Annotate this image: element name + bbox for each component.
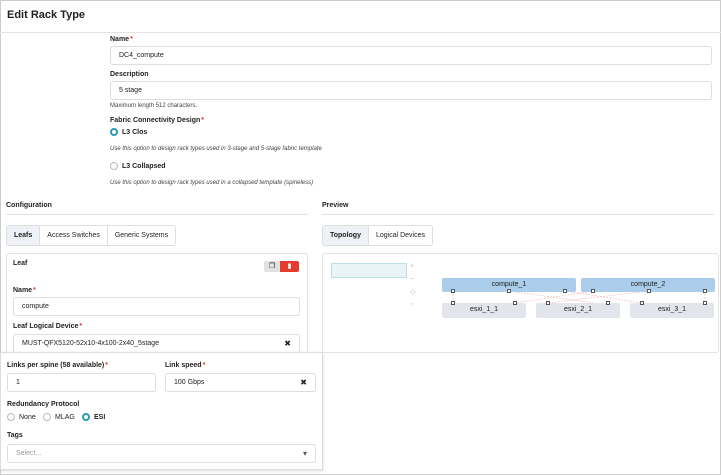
port-icon — [546, 301, 550, 305]
port-icon — [606, 301, 610, 305]
port-icon — [703, 289, 707, 293]
port-icon — [513, 301, 517, 305]
tags-select[interactable]: Select... ▾ — [7, 444, 316, 463]
redundancy-label: Redundancy Protocol — [7, 401, 80, 408]
server-node[interactable]: esxi_1_1 — [442, 303, 526, 318]
required-mark: * — [105, 362, 108, 369]
radio-unchecked-icon — [7, 413, 15, 421]
radio-esi[interactable]: ESI — [82, 413, 105, 421]
port-icon — [507, 289, 511, 293]
server-node[interactable]: esxi_3_1 — [630, 303, 714, 318]
port-icon — [451, 289, 455, 293]
radio-mlag[interactable]: MLAG — [43, 413, 75, 421]
link-speed-select[interactable]: 100 Gbps ✖ — [165, 373, 316, 392]
port-icon — [451, 301, 455, 305]
link-settings-panel: Links per spine (58 available)* 1 Link s… — [0, 352, 323, 470]
tags-placeholder: Select... — [16, 450, 42, 457]
speed-label: Link speed* — [165, 362, 205, 369]
radio-unchecked-icon — [43, 413, 51, 421]
radio-label: MLAG — [55, 413, 75, 421]
chevron-down-icon[interactable]: ▾ — [303, 445, 307, 462]
tags-label: Tags — [7, 432, 23, 439]
links-per-spine-input[interactable]: 1 — [7, 373, 156, 392]
server-node[interactable]: esxi_2_1 — [536, 303, 620, 318]
port-icon — [591, 289, 595, 293]
links-label: Links per spine (58 available)* — [7, 362, 108, 369]
port-icon — [703, 301, 707, 305]
radio-label: ESI — [94, 413, 106, 421]
link-speed-value: 100 Gbps — [174, 379, 205, 386]
radio-checked-icon — [82, 413, 90, 421]
port-icon — [563, 289, 567, 293]
port-icon — [647, 289, 651, 293]
port-icon — [640, 301, 644, 305]
required-mark: * — [202, 362, 206, 369]
links-label-text: Links per spine (58 available) — [7, 362, 105, 369]
clear-icon[interactable]: ✖ — [300, 374, 307, 391]
speed-label-text: Link speed — [165, 362, 202, 369]
radio-none[interactable]: None — [7, 413, 36, 421]
radio-label: None — [19, 413, 36, 421]
